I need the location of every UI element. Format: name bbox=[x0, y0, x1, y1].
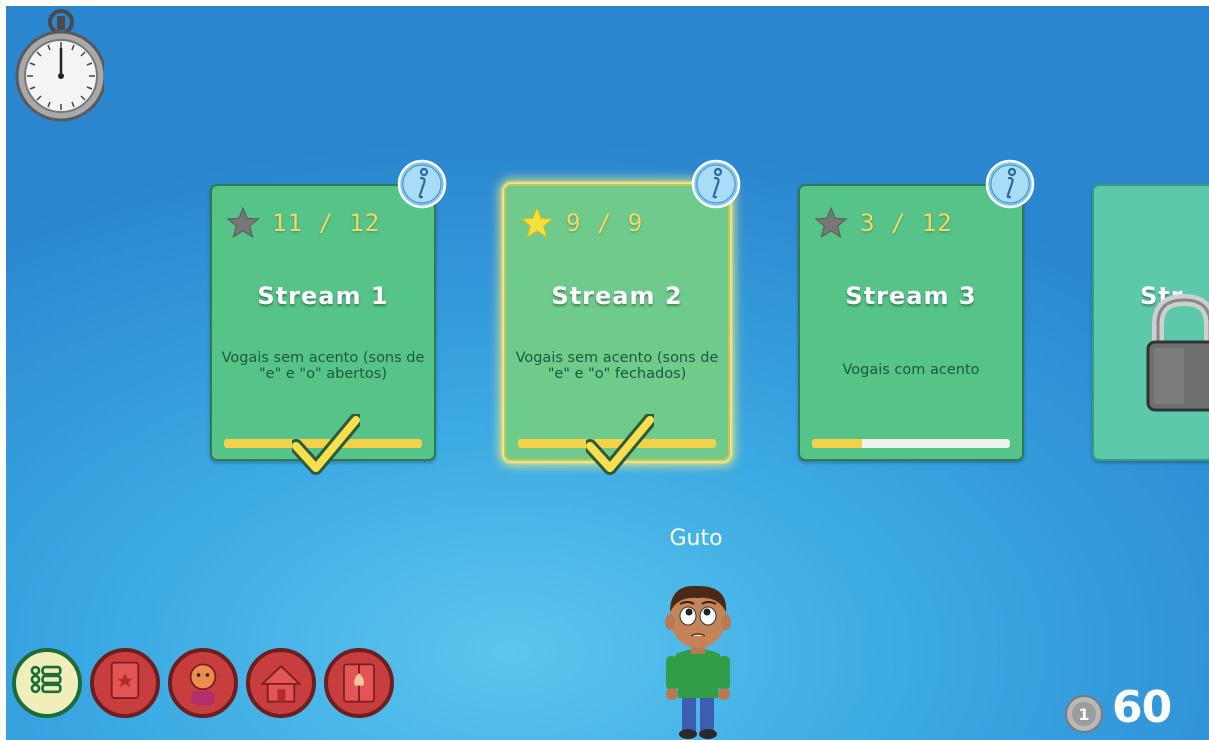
star-count: 3 / 12 bbox=[860, 209, 953, 237]
stream-description: Vogais com acento bbox=[842, 362, 980, 378]
stream-description: Vogais sem acento (sons de "e" e "o" abe… bbox=[221, 350, 425, 382]
stream-description: Vogais sem acento (sons de "e" e "o" fec… bbox=[515, 350, 719, 382]
lock-icon bbox=[1146, 294, 1209, 412]
info-icon[interactable] bbox=[985, 159, 1035, 209]
checkmark-icon bbox=[586, 414, 654, 475]
list-button[interactable] bbox=[12, 648, 82, 718]
stream-card-1[interactable]: 11 / 12 Stream 1 Vogais sem acento (sons… bbox=[210, 159, 447, 475]
house-icon bbox=[260, 664, 302, 703]
house-button[interactable] bbox=[246, 648, 316, 718]
avatar-button[interactable] bbox=[168, 648, 238, 718]
star-icon bbox=[226, 206, 260, 239]
star-score: 11 / 12 bbox=[226, 205, 380, 241]
star-count: 11 / 12 bbox=[272, 209, 381, 237]
info-icon[interactable] bbox=[691, 159, 741, 209]
stream-title: Stream 1 bbox=[257, 282, 389, 310]
game-screen: 11 / 12 Stream 1 Vogais sem acento (sons… bbox=[6, 6, 1209, 740]
wardrobe-icon bbox=[343, 663, 375, 703]
star-score: 3 / 12 bbox=[814, 205, 953, 241]
list-icon bbox=[30, 665, 62, 694]
stream-card-3[interactable]: 3 / 12 Stream 3 Vogais com acento bbox=[798, 159, 1035, 461]
stopwatch-icon[interactable] bbox=[12, 6, 104, 122]
wardrobe-button[interactable] bbox=[324, 648, 394, 718]
character-name: Guto bbox=[669, 526, 723, 551]
book-button[interactable] bbox=[90, 648, 160, 718]
star-score: 9 / 9 bbox=[520, 205, 643, 241]
character-avatar[interactable] bbox=[658, 582, 738, 740]
stream-card-4-locked[interactable]: Str bbox=[1092, 184, 1209, 461]
avatar-icon bbox=[189, 663, 217, 706]
star-icon bbox=[520, 206, 554, 239]
progress-bar bbox=[812, 439, 1010, 448]
checkmark-icon bbox=[292, 414, 360, 475]
star-icon bbox=[814, 206, 848, 239]
coin-icon: 1 bbox=[1065, 695, 1103, 733]
stream-card-2[interactable]: 9 / 9 Stream 2 Vogais sem acento (sons d… bbox=[504, 159, 741, 475]
star-count: 9 / 9 bbox=[566, 209, 644, 237]
book-icon bbox=[110, 661, 140, 699]
stream-title: Stream 3 bbox=[845, 282, 977, 310]
coin-count: 60 bbox=[1112, 682, 1172, 733]
coin-label: 1 bbox=[1078, 705, 1089, 724]
stream-title: Stream 2 bbox=[551, 282, 683, 310]
info-icon[interactable] bbox=[397, 159, 447, 209]
